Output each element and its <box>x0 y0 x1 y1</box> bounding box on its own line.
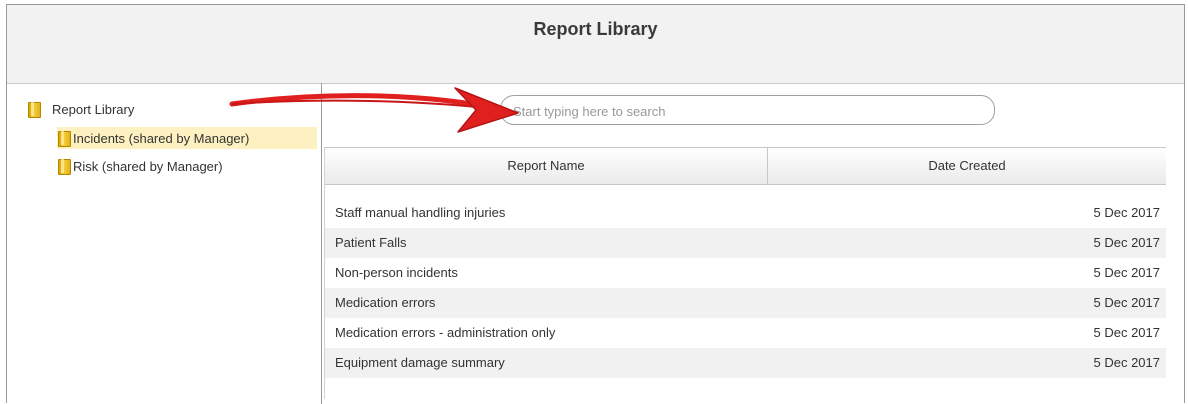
date-created-cell: 5 Dec 2017 <box>1093 205 1161 220</box>
page-header: Report Library <box>7 5 1184 84</box>
column-header-date-created[interactable]: Date Created <box>768 148 1166 184</box>
search-box[interactable] <box>500 95 995 125</box>
folder-icon <box>57 130 71 147</box>
date-created-cell: 5 Dec 2017 <box>1093 325 1161 340</box>
report-name-cell: Non-person incidents <box>335 265 458 280</box>
table-row[interactable]: Medication errors - administration only … <box>325 318 1166 348</box>
report-name-cell: Medication errors - administration only <box>335 325 556 340</box>
folder-tree: Report Library Incidents (shared by Mana… <box>19 91 321 404</box>
tree-item-label: Report Library <box>52 101 135 117</box>
report-name-cell: Medication errors <box>335 295 436 310</box>
table-header: Report Name Date Created <box>325 148 1166 185</box>
report-table: Report Name Date Created Staff manual ha… <box>324 147 1166 399</box>
pane-divider <box>321 83 322 404</box>
folder-icon <box>27 101 41 118</box>
table-row[interactable]: Patient Falls 5 Dec 2017 <box>325 228 1166 258</box>
table-row[interactable]: Staff manual handling injuries 5 Dec 201… <box>325 198 1166 228</box>
tree-item-risk[interactable]: Risk (shared by Manager) <box>57 155 317 177</box>
report-name-cell: Equipment damage summary <box>335 355 505 370</box>
report-name-cell: Staff manual handling injuries <box>335 205 506 220</box>
date-created-cell: 5 Dec 2017 <box>1093 295 1161 310</box>
table-row[interactable]: Equipment damage summary 5 Dec 2017 <box>325 348 1166 378</box>
table-row[interactable]: Medication errors 5 Dec 2017 <box>325 288 1166 318</box>
tree-item-label: Risk (shared by Manager) <box>73 158 223 174</box>
table-row[interactable]: Non-person incidents 5 Dec 2017 <box>325 258 1166 288</box>
page-title: Report Library <box>533 19 658 39</box>
date-created-cell: 5 Dec 2017 <box>1093 235 1161 250</box>
tree-item-report-library[interactable]: Report Library <box>27 99 134 119</box>
folder-icon <box>57 158 71 175</box>
date-created-cell: 5 Dec 2017 <box>1093 355 1161 370</box>
tree-item-label: Incidents (shared by Manager) <box>73 130 250 146</box>
date-created-cell: 5 Dec 2017 <box>1093 265 1161 280</box>
report-name-cell: Patient Falls <box>335 235 407 250</box>
table-body: Staff manual handling injuries 5 Dec 201… <box>325 198 1166 378</box>
search-input[interactable] <box>511 99 985 123</box>
tree-item-incidents[interactable]: Incidents (shared by Manager) <box>57 127 317 149</box>
column-header-report-name[interactable]: Report Name <box>325 148 768 184</box>
